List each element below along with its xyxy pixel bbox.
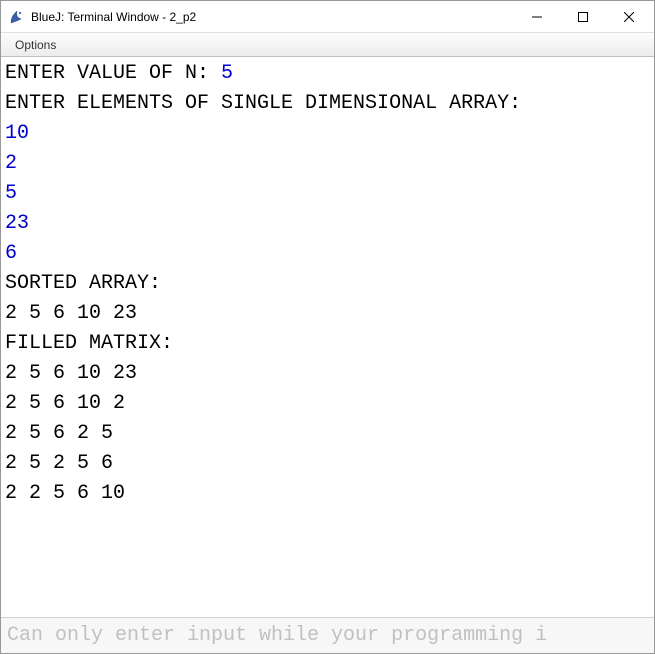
maximize-button[interactable] bbox=[560, 2, 606, 32]
prompt-text: ENTER VALUE OF N: bbox=[5, 62, 221, 85]
output-line: SORTED ARRAY: bbox=[5, 269, 650, 299]
user-input: 5 bbox=[221, 62, 233, 85]
output-line: 2 5 6 10 23 bbox=[5, 359, 650, 389]
output-line: FILLED MATRIX: bbox=[5, 329, 650, 359]
user-input: 5 bbox=[5, 179, 650, 209]
output-line: ENTER ELEMENTS OF SINGLE DIMENSIONAL ARR… bbox=[5, 89, 650, 119]
user-input: 6 bbox=[5, 239, 650, 269]
user-input: 10 bbox=[5, 119, 650, 149]
bluej-icon bbox=[9, 9, 25, 25]
output-line: 2 2 5 6 10 bbox=[5, 479, 650, 509]
output-line: 2 5 6 2 5 bbox=[5, 419, 650, 449]
status-bar: Can only enter input while your programm… bbox=[1, 617, 654, 653]
output-line: ENTER VALUE OF N: 5 bbox=[5, 59, 650, 89]
window-title: BlueJ: Terminal Window - 2_p2 bbox=[31, 10, 514, 24]
status-message: Can only enter input while your programm… bbox=[7, 624, 547, 647]
window-controls bbox=[514, 2, 652, 32]
user-input: 23 bbox=[5, 209, 650, 239]
title-bar: BlueJ: Terminal Window - 2_p2 bbox=[1, 1, 654, 33]
minimize-button[interactable] bbox=[514, 2, 560, 32]
user-input: 2 bbox=[5, 149, 650, 179]
menu-bar: Options bbox=[1, 33, 654, 57]
output-line: 2 5 6 10 2 bbox=[5, 389, 650, 419]
menu-options[interactable]: Options bbox=[5, 35, 66, 55]
output-line: 2 5 6 10 23 bbox=[5, 299, 650, 329]
output-line: 2 5 2 5 6 bbox=[5, 449, 650, 479]
terminal-output[interactable]: ENTER VALUE OF N: 5 ENTER ELEMENTS OF SI… bbox=[1, 57, 654, 617]
close-button[interactable] bbox=[606, 2, 652, 32]
